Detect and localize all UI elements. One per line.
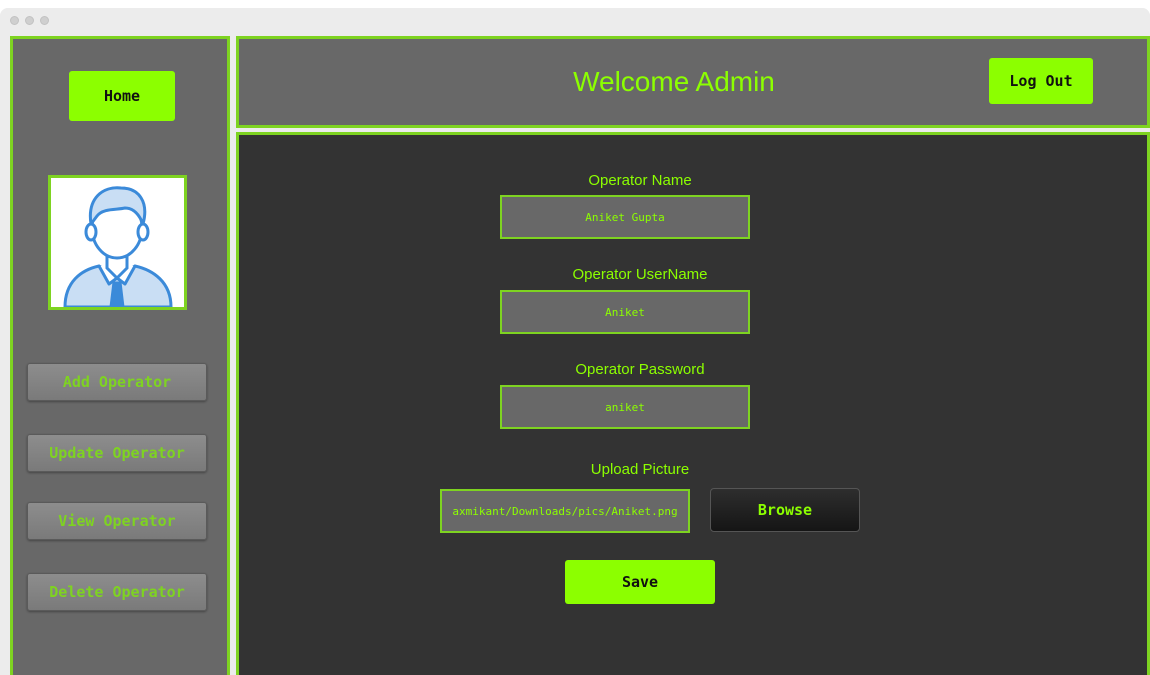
- zoom-window-button[interactable]: [40, 16, 49, 25]
- add-operator-button[interactable]: Add Operator: [27, 363, 207, 401]
- delete-operator-button[interactable]: Delete Operator: [27, 573, 207, 611]
- view-operator-button[interactable]: View Operator: [27, 502, 207, 540]
- app-window: Home Add Operator Update Operator View O…: [0, 8, 1150, 675]
- operator-username-input[interactable]: [500, 290, 750, 334]
- user-avatar-icon: [48, 175, 187, 310]
- page-title: Welcome Admin: [573, 66, 775, 97]
- operator-password-label: Operator Password: [575, 361, 705, 378]
- save-button[interactable]: Save: [565, 560, 715, 604]
- header: Welcome Admin Log Out: [236, 36, 1150, 128]
- operator-password-input[interactable]: [500, 385, 750, 429]
- operator-username-label: Operator UserName: [572, 266, 708, 283]
- minimize-window-button[interactable]: [25, 16, 34, 25]
- logout-button[interactable]: Log Out: [989, 58, 1093, 104]
- sidebar: Home Add Operator Update Operator View O…: [10, 36, 230, 675]
- picture-path-input[interactable]: [440, 489, 690, 533]
- operator-name-input[interactable]: [500, 195, 750, 239]
- close-window-button[interactable]: [10, 16, 19, 25]
- browse-button[interactable]: Browse: [710, 488, 860, 532]
- update-operator-button[interactable]: Update Operator: [27, 434, 207, 472]
- operator-form-panel: Operator Name Operator UserName Operator…: [236, 132, 1150, 675]
- title-bar: [0, 8, 1150, 36]
- upload-picture-label: Upload Picture: [590, 461, 690, 478]
- home-button[interactable]: Home: [69, 71, 175, 121]
- operator-name-label: Operator Name: [588, 172, 692, 189]
